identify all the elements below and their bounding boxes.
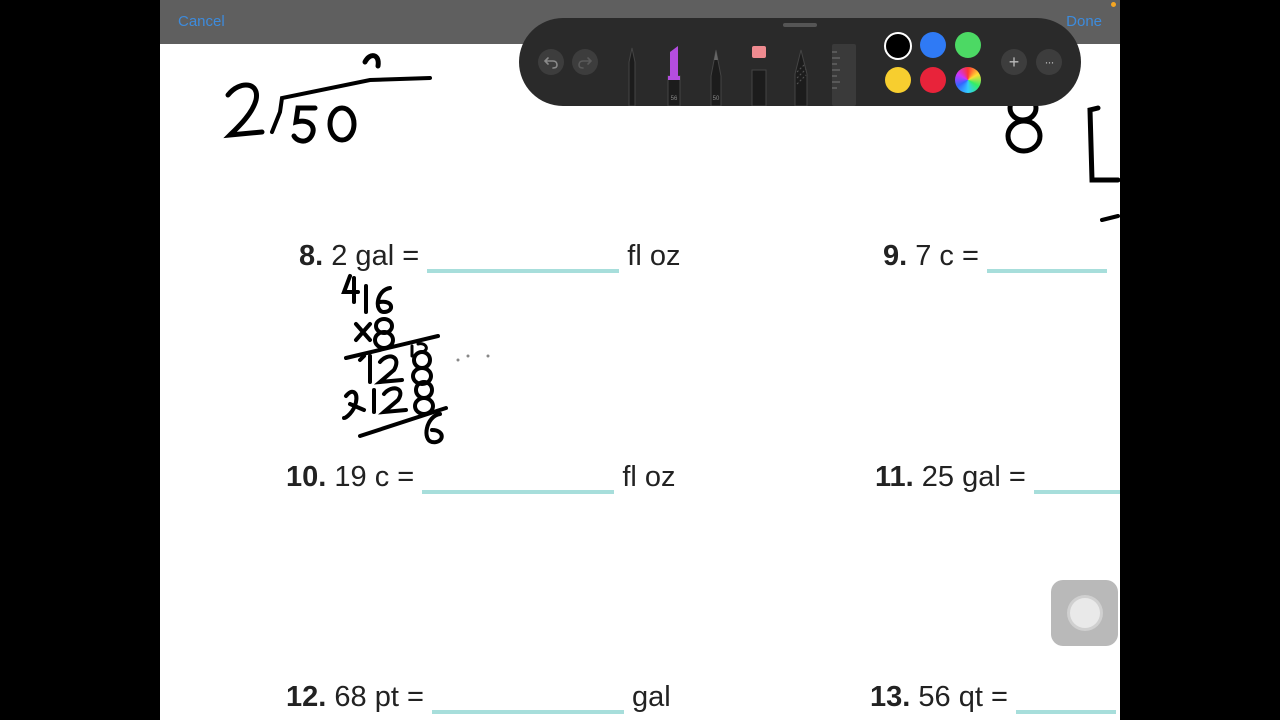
problem-expression: 19 c = <box>334 461 415 493</box>
answer-blank[interactable] <box>422 490 615 494</box>
problem-number: 9. <box>883 240 908 272</box>
more-options-button[interactable]: ··· <box>1036 49 1062 75</box>
redo-button[interactable] <box>572 49 598 75</box>
problem-11: 11. 25 gal = <box>875 461 1120 494</box>
problem-number: 11. <box>875 461 914 493</box>
color-swatch-yellow[interactable] <box>885 67 911 93</box>
answer-blank[interactable] <box>431 710 624 714</box>
add-button[interactable]: + <box>1001 49 1027 75</box>
tool-palette: 56 50 + ··· <box>519 18 1081 106</box>
palette-drag-handle[interactable] <box>783 23 817 27</box>
ruler-tool-icon[interactable] <box>831 44 857 106</box>
answer-blank[interactable] <box>1033 490 1120 494</box>
color-swatch-blue[interactable] <box>920 32 946 58</box>
handwriting-work-problem-8 <box>341 274 490 445</box>
markup-screen: 8. 2 gal = fl oz 9. 7 c = 10. 19 c = fl … <box>160 0 1120 720</box>
selected-color-ring <box>884 32 912 60</box>
problem-10: 10. 19 c = fl oz <box>286 461 676 494</box>
answer-blank[interactable] <box>987 269 1107 273</box>
status-dot-indicator <box>1111 2 1116 7</box>
problem-number: 13. <box>870 681 911 713</box>
problem-expression: 25 gal = <box>921 461 1026 493</box>
undo-button[interactable] <box>538 49 564 75</box>
problem-number: 8. <box>299 240 324 272</box>
assistive-touch-button[interactable] <box>1051 580 1118 646</box>
color-picker-wheel[interactable] <box>955 67 981 93</box>
color-swatch-red[interactable] <box>920 67 946 93</box>
problem-expression: 68 pt = <box>334 681 424 713</box>
problem-8: 8. 2 gal = fl oz <box>299 240 680 273</box>
marker-tool-icon[interactable]: 56 <box>664 42 684 106</box>
problem-expression: 56 qt = <box>918 681 1008 713</box>
problem-unit: gal <box>632 681 671 713</box>
problem-expression: 2 gal = <box>331 240 420 272</box>
answer-blank[interactable] <box>1015 710 1116 714</box>
eraser-tool-icon[interactable] <box>749 42 769 106</box>
pencil-tool-icon[interactable]: 50 <box>706 42 726 106</box>
lasso-tool-icon[interactable] <box>791 42 811 106</box>
color-swatch-green[interactable] <box>955 32 981 58</box>
redo-icon <box>578 57 593 69</box>
problem-number: 12. <box>286 681 327 713</box>
handwriting-top-right <box>1005 93 1120 222</box>
assistive-touch-icon <box>1070 598 1100 628</box>
problem-12: 12. 68 pt = gal <box>286 681 671 714</box>
problem-13: 13. 56 qt = <box>870 681 1116 714</box>
problem-expression: 7 c = <box>915 240 979 272</box>
undo-icon <box>543 57 558 69</box>
pencil-size-label: 50 <box>713 96 720 102</box>
cancel-button[interactable]: Cancel <box>178 13 225 30</box>
done-button[interactable]: Done <box>1066 13 1102 30</box>
problem-unit: fl oz <box>622 461 676 493</box>
marker-size-label: 56 <box>671 96 678 102</box>
problem-9: 9. 7 c = <box>883 240 1107 273</box>
pen-tool-icon[interactable] <box>622 42 642 106</box>
problem-number: 10. <box>286 461 327 493</box>
handwriting-top-left <box>223 53 432 144</box>
problem-unit: fl oz <box>627 240 681 272</box>
